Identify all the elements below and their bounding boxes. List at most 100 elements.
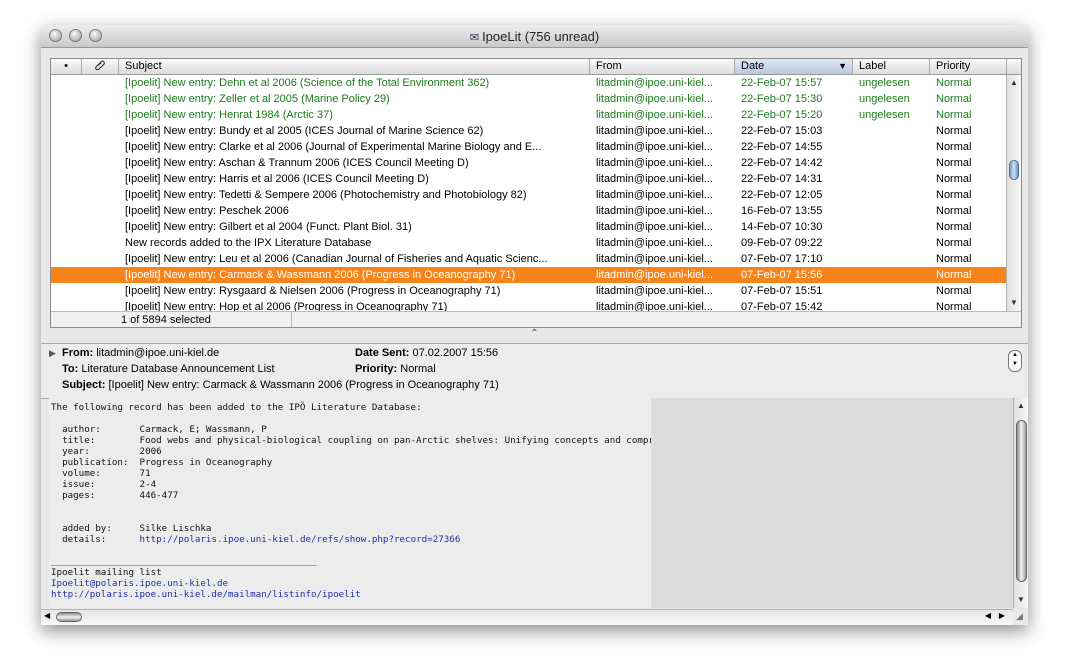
message-date: 22-Feb-07 15:03 xyxy=(741,125,823,137)
message-label: ungelesen xyxy=(859,93,910,105)
message-row[interactable]: [Ipoelit] New entry: Bundy et al 2005 (I… xyxy=(51,123,1006,139)
hscroll-thumb[interactable] xyxy=(56,612,82,622)
body-field-value: 71 xyxy=(139,468,151,479)
message-row[interactable]: [Ipoelit] New entry: Carmack & Wassmann … xyxy=(51,267,1006,283)
message-row[interactable]: [Ipoelit] New entry: Rysgaard & Nielsen … xyxy=(51,283,1006,299)
body-scroll-down-arrow-icon[interactable]: ▼ xyxy=(1014,594,1028,606)
message-subject: [Ipoelit] New entry: Rysgaard & Nielsen … xyxy=(125,285,501,297)
message-row[interactable]: New records added to the IPX Literature … xyxy=(51,235,1006,251)
message-row[interactable]: [Ipoelit] New entry: Dehn et al 2006 (Sc… xyxy=(51,75,1006,91)
message-row[interactable]: [Ipoelit] New entry: Gilbert et al 2004 … xyxy=(51,219,1006,235)
message-rows: [Ipoelit] New entry: Dehn et al 2006 (Sc… xyxy=(51,75,1006,311)
message-from: litadmin@ipoe.uni-kiel... xyxy=(596,285,713,297)
message-priority: Normal xyxy=(936,205,972,217)
column-header-attachment[interactable] xyxy=(82,59,119,74)
scroll-thumb[interactable] xyxy=(1009,160,1019,180)
title-bar[interactable]: ✉ IpoeLit (756 unread) xyxy=(41,25,1028,48)
body-field-key: title: xyxy=(62,435,96,446)
message-date: 07-Feb-07 15:42 xyxy=(741,301,823,311)
body-field-value: 446-477 xyxy=(139,490,179,501)
header-from: From: litadmin@ipoe.uni-kiel.de xyxy=(62,347,219,359)
message-row[interactable]: [Ipoelit] New entry: Zeller et al 2005 (… xyxy=(51,91,1006,107)
stepper-up-icon[interactable]: ▲ xyxy=(1009,351,1021,360)
message-priority: Normal xyxy=(936,253,972,265)
body-field-key: volume: xyxy=(62,468,101,479)
message-date: 09-Feb-07 09:22 xyxy=(741,237,823,249)
message-subject: [Ipoelit] New entry: Harris et al 2006 (… xyxy=(125,173,429,185)
message-from: litadmin@ipoe.uni-kiel... xyxy=(596,93,713,105)
message-subject: [Ipoelit] New entry: Bundy et al 2005 (I… xyxy=(125,125,484,137)
message-from: litadmin@ipoe.uni-kiel... xyxy=(596,141,713,153)
message-subject: New records added to the IPX Literature … xyxy=(125,237,372,249)
message-subject: [Ipoelit] New entry: Carmack & Wassmann … xyxy=(125,269,516,281)
header-priority-value: Normal xyxy=(400,363,436,375)
header-stepper[interactable]: ▲ ▼ xyxy=(1008,350,1022,372)
message-body-margin xyxy=(651,398,1013,608)
paperclip-icon xyxy=(95,60,105,71)
message-row[interactable]: [Ipoelit] New entry: Peschek 2006 litadmi… xyxy=(51,203,1006,219)
window-title-wrap: ✉ IpoeLit (756 unread) xyxy=(41,29,1028,44)
body-footer-email[interactable]: Ipoelit@polaris.ipoe.uni-kiel.de xyxy=(51,578,228,589)
body-scroll-thumb[interactable] xyxy=(1016,420,1027,582)
message-priority: Normal xyxy=(936,221,972,233)
message-body-hscrollbar[interactable]: ◀ ◀ ▶ xyxy=(41,609,1013,625)
message-subject: [Ipoelit] New entry: Hop et al 2006 (Pro… xyxy=(125,301,448,311)
message-subject: [Ipoelit] New entry: Henrat 1984 (Arctic… xyxy=(125,109,333,121)
stepper-down-icon[interactable]: ▼ xyxy=(1009,360,1021,369)
message-from: litadmin@ipoe.uni-kiel... xyxy=(596,157,713,169)
message-row[interactable]: [Ipoelit] New entry: Henrat 1984 (Arctic… xyxy=(51,107,1006,123)
message-priority: Normal xyxy=(936,285,972,297)
message-body-scrollbar[interactable]: ▲ ▼ xyxy=(1013,398,1028,608)
expand-headers-triangle-icon[interactable]: ▶ xyxy=(49,348,56,359)
selection-count: 1 of 5894 selected xyxy=(121,314,211,326)
message-from: litadmin@ipoe.uni-kiel... xyxy=(596,189,713,201)
message-date: 14-Feb-07 10:30 xyxy=(741,221,823,233)
header-date: Date Sent: 07.02.2007 15:56 xyxy=(355,347,498,359)
mailbox-icon: ✉ xyxy=(469,32,480,44)
body-details-link[interactable]: http://polaris.ipoe.uni-kiel.de/refs/sho… xyxy=(140,534,461,545)
body-footer-url[interactable]: http://polaris.ipoe.uni-kiel.de/mailman/… xyxy=(51,589,361,600)
hscroll-left-arrow-icon[interactable]: ◀ xyxy=(44,611,50,620)
message-label: ungelesen xyxy=(859,109,910,121)
message-from: litadmin@ipoe.uni-kiel... xyxy=(596,237,713,249)
header-from-value[interactable]: litadmin@ipoe.uni-kiel.de xyxy=(96,347,219,359)
body-field-key: publication: xyxy=(62,457,129,468)
message-body-text[interactable]: The following record has been added to t… xyxy=(49,398,770,608)
hscroll-right-arrow-icon[interactable]: ▶ xyxy=(999,611,1005,620)
scroll-up-arrow-icon[interactable]: ▲ xyxy=(1007,77,1021,89)
hscroll-left-arrow-icon-2[interactable]: ◀ xyxy=(985,611,991,620)
column-header-label[interactable]: Label xyxy=(853,59,930,74)
message-subject: [Ipoelit] New entry: Clarke et al 2006 (… xyxy=(125,141,542,153)
header-from-label: From: xyxy=(62,347,94,359)
body-scroll-up-arrow-icon[interactable]: ▲ xyxy=(1014,400,1028,412)
body-field-value: Progress in Oceanography xyxy=(139,457,273,468)
header-subject: Subject: [Ipoelit] New entry: Carmack & … xyxy=(62,379,499,391)
resize-grip-icon[interactable]: ◢ xyxy=(1016,611,1028,623)
message-list-scrollbar[interactable]: ▲ ▼ xyxy=(1006,75,1021,311)
body-field-key: author: xyxy=(62,424,101,435)
column-header-date-label: Date xyxy=(741,60,765,72)
message-subject: [Ipoelit] New entry: Peschek 2006 xyxy=(125,205,289,217)
message-row[interactable]: [Ipoelit] New entry: Harris et al 2006 (… xyxy=(51,171,1006,187)
message-date: 22-Feb-07 14:55 xyxy=(741,141,823,153)
message-from: litadmin@ipoe.uni-kiel... xyxy=(596,77,713,89)
message-body[interactable]: The following record has been added to t… xyxy=(49,398,1013,608)
message-row[interactable]: [Ipoelit] New entry: Clarke et al 2006 (… xyxy=(51,139,1006,155)
column-header-subject[interactable]: Subject xyxy=(119,59,590,74)
column-header-from[interactable]: From xyxy=(590,59,735,74)
column-header-priority[interactable]: Priority xyxy=(930,59,1007,74)
scroll-down-arrow-icon[interactable]: ▼ xyxy=(1007,297,1021,309)
pane-splitter[interactable]: ⌃ xyxy=(41,327,1028,341)
message-row[interactable]: [Ipoelit] New entry: Hop et al 2006 (Pro… xyxy=(51,299,1006,311)
message-row[interactable]: [Ipoelit] New entry: Tedetti & Sempere 2… xyxy=(51,187,1006,203)
body-added-by-key: added by: xyxy=(62,523,112,534)
message-row[interactable]: [Ipoelit] New entry: Leu et al 2006 (Can… xyxy=(51,251,1006,267)
column-header-date[interactable]: Date ▼ xyxy=(735,59,853,74)
header-to-value[interactable]: Literature Database Announcement List xyxy=(81,363,274,375)
message-list: • Subject From Date ▼ Label Priority [Ip… xyxy=(50,58,1022,328)
message-priority: Normal xyxy=(936,93,972,105)
column-header-status[interactable]: • xyxy=(51,59,82,74)
message-row[interactable]: [Ipoelit] New entry: Aschan & Trannum 20… xyxy=(51,155,1006,171)
mail-window: ✉ IpoeLit (756 unread) • Subject From Dat… xyxy=(41,25,1028,625)
message-from: litadmin@ipoe.uni-kiel... xyxy=(596,253,713,265)
